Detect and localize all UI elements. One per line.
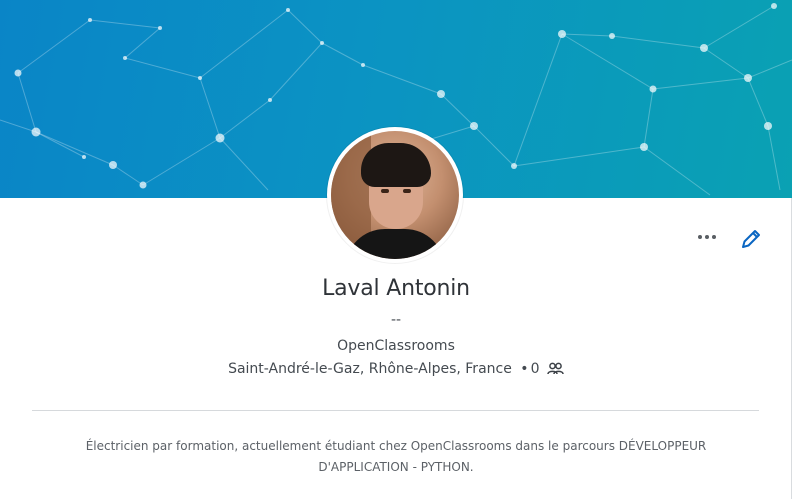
- connections-icon[interactable]: [547, 362, 564, 379]
- profile-location: Saint-André-le-Gaz, Rhône-Alpes, France: [228, 361, 512, 377]
- avatar-photo: [331, 131, 459, 259]
- pencil-icon: [742, 230, 760, 248]
- edit-profile-button[interactable]: [738, 226, 764, 252]
- avatar[interactable]: [327, 127, 463, 263]
- profile-name: Laval Antonin: [322, 276, 470, 301]
- connections-count[interactable]: 0: [531, 361, 540, 377]
- more-horizontal-icon: [697, 235, 718, 239]
- section-divider: [32, 410, 759, 411]
- location-row: Saint-André-le-Gaz, Rhône-Alpes, France …: [0, 361, 792, 379]
- profile-headline: --: [390, 312, 402, 328]
- more-actions-button[interactable]: [694, 228, 720, 246]
- profile-company[interactable]: OpenClassrooms: [0, 338, 792, 354]
- separator: •: [520, 361, 529, 377]
- profile-card: Laval Antonin -- OpenClassrooms Saint-An…: [0, 0, 792, 499]
- profile-summary: Électricien par formation, actuellement …: [85, 439, 707, 474]
